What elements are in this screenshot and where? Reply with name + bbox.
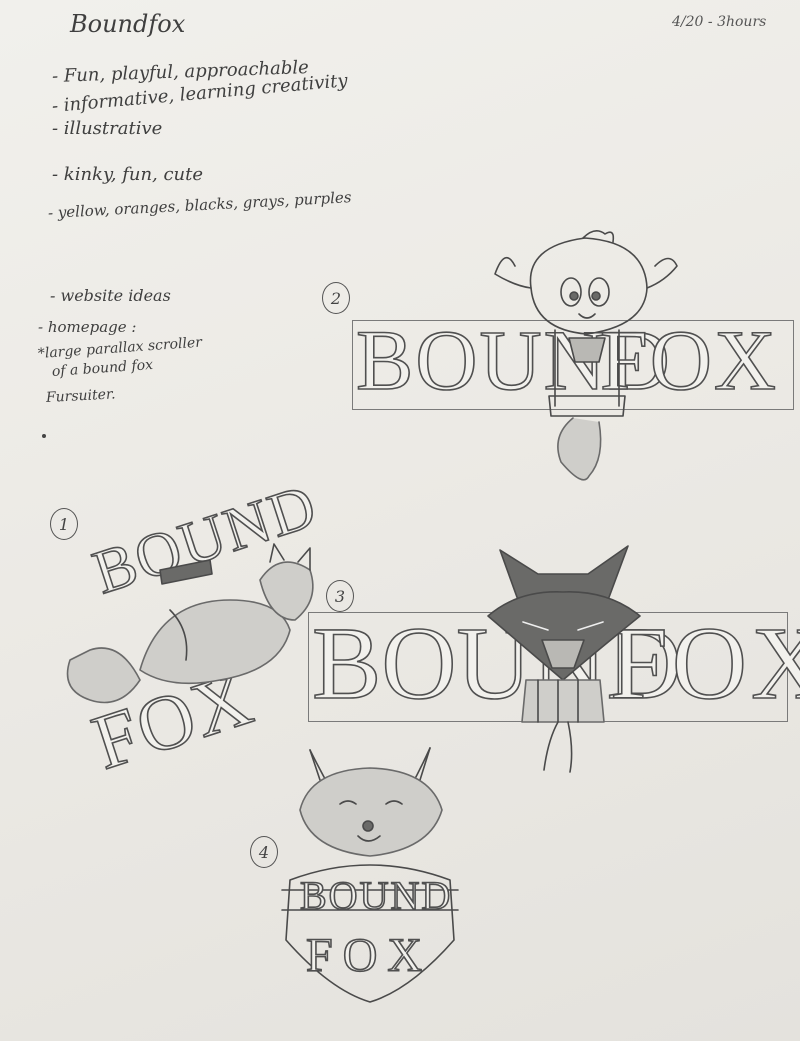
logo-word-bound: BOUND [299,872,453,919]
website-idea-item: - homepage : [38,318,137,336]
bound-fox-sketch-1 [66,543,314,704]
bullet-dot [42,434,46,438]
fox-head-sketch-3 [487,545,641,773]
logo-word-fox: FOX [305,928,433,983]
date-note: 4/20 - 3hours [672,14,767,30]
sketch-number-1: 1 [50,508,78,540]
page-title: Boundfox [70,10,186,38]
sketch-number-2: 2 [322,282,350,314]
fox-mascot-sketch-2 [494,230,678,481]
note-item: - illustrative [52,118,163,139]
note-item: - kinky, fun, cute [52,164,204,185]
website-ideas-heading: - website ideas [50,286,171,305]
